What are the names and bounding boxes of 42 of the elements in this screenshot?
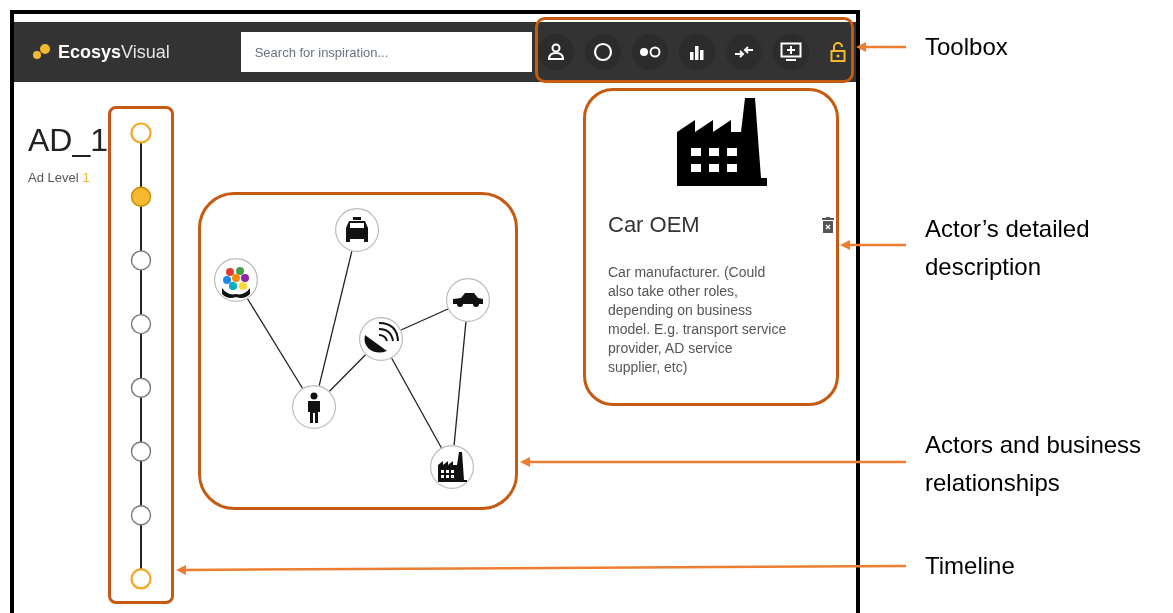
level-value: 1 bbox=[82, 169, 90, 187]
actor-description: Car manufacturer. (Could also take other roles, depending on business model. E.g. transport service provider, AD service supplier, etc) bbox=[608, 263, 788, 377]
annotation-label: Actors and business relationships bbox=[925, 430, 1143, 498]
taxi-node[interactable] bbox=[335, 208, 379, 252]
connector bbox=[400, 308, 449, 331]
person-node[interactable] bbox=[292, 385, 336, 429]
dots-icon bbox=[639, 46, 661, 58]
charity-node[interactable] bbox=[214, 258, 258, 302]
circle-tool-button[interactable] bbox=[585, 34, 621, 70]
app-logo: EcosysVisual bbox=[58, 40, 170, 64]
lock-icon bbox=[830, 42, 846, 62]
arrow bbox=[840, 240, 906, 250]
timeline-step[interactable] bbox=[130, 186, 152, 207]
bar-chart-icon bbox=[689, 44, 705, 60]
dots-tool-button[interactable] bbox=[632, 34, 668, 70]
person-icon bbox=[547, 43, 565, 61]
timeline-step[interactable] bbox=[130, 441, 152, 462]
timeline-step[interactable] bbox=[130, 505, 152, 526]
arrow bbox=[856, 42, 906, 52]
car-node[interactable] bbox=[446, 278, 490, 322]
level-label: Ad Level bbox=[28, 169, 79, 187]
person-tool-button[interactable] bbox=[538, 34, 574, 70]
annotation-label: Toolbox bbox=[925, 32, 1008, 62]
scenario-title: AD_1 bbox=[28, 122, 109, 158]
timeline-step[interactable] bbox=[130, 313, 152, 335]
circle-icon bbox=[593, 42, 613, 62]
factory-icon bbox=[675, 98, 767, 186]
timeline-step[interactable] bbox=[130, 377, 152, 398]
chart-tool-button[interactable] bbox=[679, 34, 715, 70]
delete-icon[interactable] bbox=[822, 216, 834, 233]
annotation-label: Timeline bbox=[925, 551, 1015, 581]
arrows-icon bbox=[734, 45, 754, 59]
satellite-dish-node[interactable] bbox=[359, 317, 403, 361]
actor-title: Car OEM bbox=[608, 211, 700, 239]
link-tool-button[interactable] bbox=[726, 34, 762, 70]
search-field[interactable]: Search for inspiration... bbox=[240, 32, 532, 72]
present-tool-button[interactable] bbox=[773, 34, 809, 70]
logo-icon bbox=[32, 44, 52, 60]
annotation-label: Actor’s detailed description bbox=[925, 214, 1091, 282]
timeline-step[interactable] bbox=[130, 250, 152, 271]
factory-node[interactable] bbox=[430, 445, 474, 489]
add-screen-icon bbox=[780, 42, 802, 62]
